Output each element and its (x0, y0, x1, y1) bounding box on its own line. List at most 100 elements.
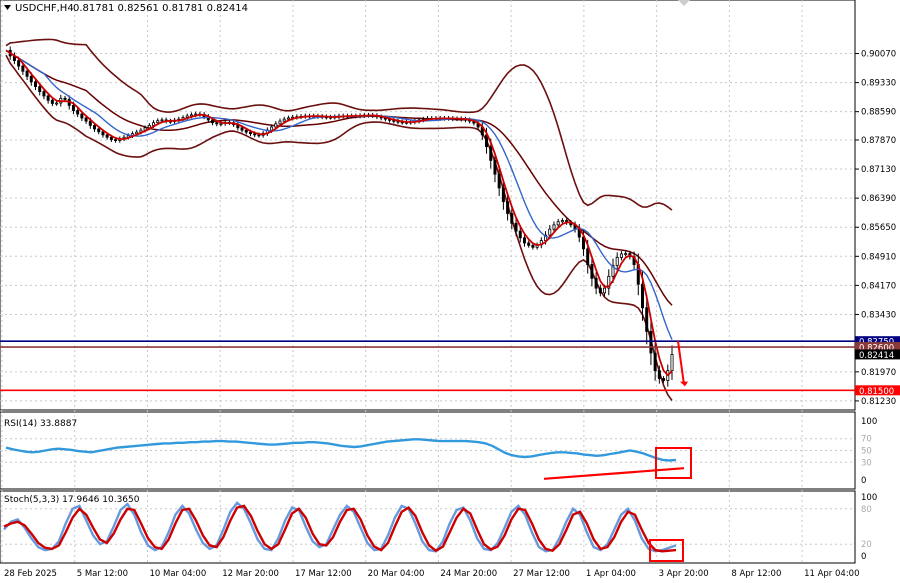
current-price-label: 0.82414 (859, 351, 894, 361)
candle-body (518, 230, 522, 239)
candle-body (160, 119, 164, 122)
candle-body (510, 213, 514, 224)
candle-body (489, 146, 493, 161)
time-tick-label: 27 Mar 12:00 (513, 569, 570, 579)
candle-body (17, 60, 21, 67)
candle-body (109, 136, 113, 140)
candle-body (548, 228, 552, 236)
price-tick-label: 0.89330 (861, 79, 896, 89)
rsi-tick-label: 0 (861, 476, 866, 486)
stoch-title: Stoch(5,3,3) 17.9646 10.3650 (4, 495, 140, 505)
candle-body (156, 120, 160, 124)
rsi-tick-label: 50 (861, 447, 872, 457)
candle-body (71, 104, 75, 111)
candle-body (670, 354, 674, 372)
candle-body (278, 120, 282, 125)
candle-body (640, 283, 644, 309)
candle-body (105, 134, 109, 138)
candle-body (594, 277, 598, 289)
ohlc-readout: 0.81781 0.82561 0.81781 0.82414 (73, 3, 248, 14)
candle-body (493, 160, 497, 175)
candle-body (274, 123, 278, 128)
price-tick-label: 0.83430 (861, 310, 896, 320)
candle-body (560, 220, 564, 223)
candle-body (257, 134, 261, 137)
candle-body (55, 102, 59, 105)
price-tick-label: 0.87130 (861, 165, 896, 175)
rsi-title: RSI(14) 33.8887 (4, 419, 77, 429)
price-tick-label: 0.81970 (861, 368, 896, 378)
stoch-tick-label: 80 (861, 505, 872, 515)
candle-body (80, 113, 84, 119)
price-tick-label: 0.84170 (861, 281, 896, 291)
symbol-title: USDCHF,H4 (15, 3, 74, 14)
time-tick-label: 17 Mar 12:00 (295, 569, 352, 579)
time-tick-label: 3 Apr 20:00 (659, 569, 709, 579)
candle-body (244, 129, 248, 133)
candle-body (97, 128, 101, 133)
candle-body (615, 257, 619, 266)
candle-body (590, 264, 594, 279)
candle-body (42, 91, 46, 97)
price-tick-label: 0.87870 (861, 136, 896, 146)
rsi-tick-label: 70 (861, 435, 872, 445)
candle-body (240, 127, 244, 131)
candle-body (552, 224, 556, 230)
candle-body (25, 70, 29, 77)
candle-body (501, 187, 505, 203)
candle-body (657, 370, 661, 379)
candle-body (506, 201, 510, 214)
stoch-tick-label: 20 (861, 540, 872, 550)
candle-body (514, 222, 518, 232)
time-tick-label: 11 Apr 04:00 (804, 569, 859, 579)
candle-body (219, 123, 223, 125)
candle-body (46, 95, 50, 101)
candle-body (248, 131, 252, 135)
candle-body (603, 287, 607, 294)
candle-body (29, 75, 33, 83)
stoch-tick-label: 100 (861, 493, 877, 503)
candle-body (21, 65, 25, 72)
candle-body (50, 99, 54, 104)
candle-body (88, 120, 92, 126)
time-tick-label: 5 Mar 12:00 (77, 569, 128, 579)
price-tick-label: 0.86390 (861, 194, 896, 204)
candle-body (653, 352, 657, 372)
candle-body (34, 81, 38, 87)
time-tick-label: 8 Apr 12:00 (731, 569, 781, 579)
candle-body (282, 118, 286, 122)
candle-body (152, 122, 156, 126)
candle-body (662, 378, 666, 381)
price-tick-label: 0.81230 (861, 397, 896, 407)
candle-body (527, 242, 531, 246)
candle-body (38, 86, 42, 93)
candle-body (531, 244, 535, 248)
candle-body (84, 117, 88, 122)
trading-chart[interactable]: 0.90070 0.89330 0.88590 0.87870 0.87130 0.863… (0, 0, 900, 583)
price-tick-label: 0.88590 (861, 108, 896, 118)
candle-body (76, 110, 80, 115)
candle-body (619, 253, 623, 258)
time-tick-label: 10 Mar 04:00 (149, 569, 206, 579)
candle-body (556, 221, 560, 226)
time-tick-label: 20 Mar 04:00 (368, 569, 425, 579)
time-tick-label: 12 Mar 20:00 (222, 569, 279, 579)
rsi-tick-label: 100 (861, 417, 877, 427)
candle-body (497, 173, 501, 189)
time-tick-label: 24 Mar 20:00 (440, 569, 497, 579)
candle-body (114, 139, 118, 141)
candle-body (586, 248, 590, 265)
price-tick-label: 0.90070 (861, 50, 896, 60)
candle-body (649, 330, 653, 354)
candle-body (270, 126, 274, 131)
candle-body (101, 131, 105, 136)
time-tick-label: 28 Feb 2025 (4, 569, 57, 579)
candle-body (93, 125, 97, 130)
candle-body (211, 119, 215, 124)
time-tick-label: 1 Apr 04:00 (586, 569, 636, 579)
price-tick-label: 0.84910 (861, 252, 896, 262)
candle-body (624, 253, 628, 255)
candle-body (522, 237, 526, 244)
candle-body (645, 307, 649, 332)
stoch-tick-label: 0 (861, 552, 866, 562)
